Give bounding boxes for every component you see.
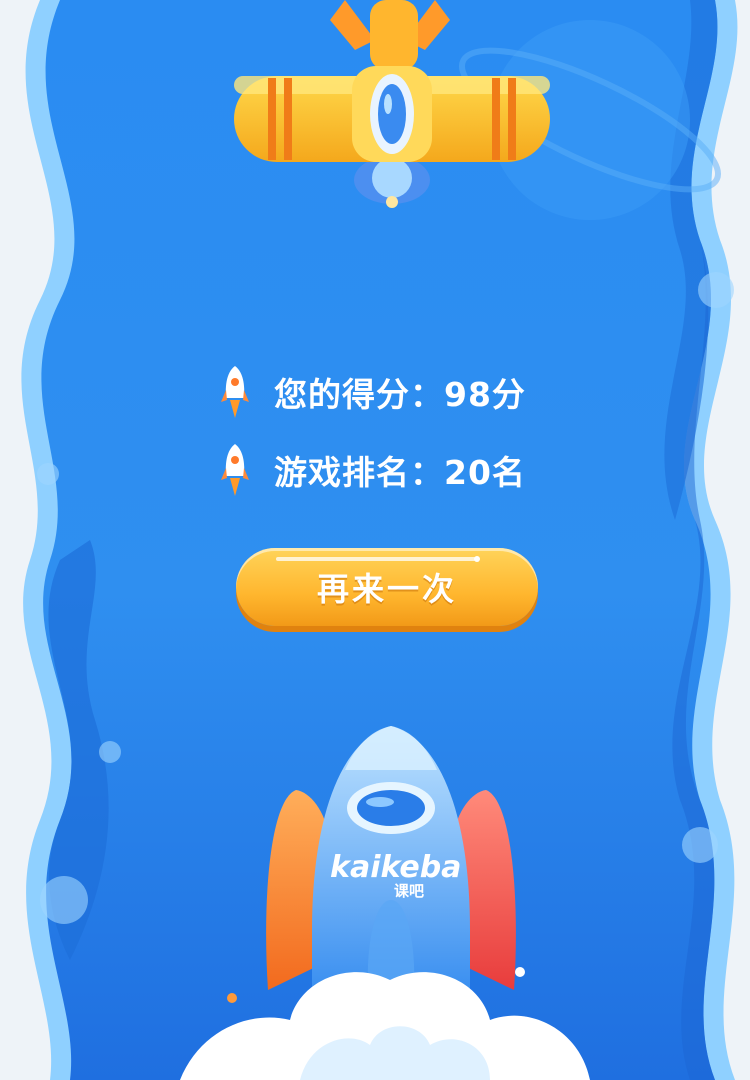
rocket-icon xyxy=(221,444,249,496)
kaikeba-logo: kaikeba 课吧 xyxy=(330,850,461,900)
score-row: 您的得分：98分 xyxy=(220,364,526,420)
retry-button[interactable]: 再来一次 xyxy=(236,548,538,626)
retry-button-label: 再来一次 xyxy=(316,570,457,608)
rank-row: 游戏排名：20名 xyxy=(220,442,526,498)
button-highlight xyxy=(276,557,476,561)
score-text: 您的得分：98分 xyxy=(274,375,526,414)
background-scene xyxy=(0,0,750,1080)
logo-subtext: 课吧 xyxy=(394,882,425,900)
rocket-icon xyxy=(221,366,249,418)
game-over-screen: 您的得分：98分 游戏排名：20名 再来一次 kaikeba 课吧 xyxy=(0,0,750,1080)
rank-text: 游戏排名：20名 xyxy=(274,453,526,492)
button-sparkle xyxy=(474,556,480,562)
